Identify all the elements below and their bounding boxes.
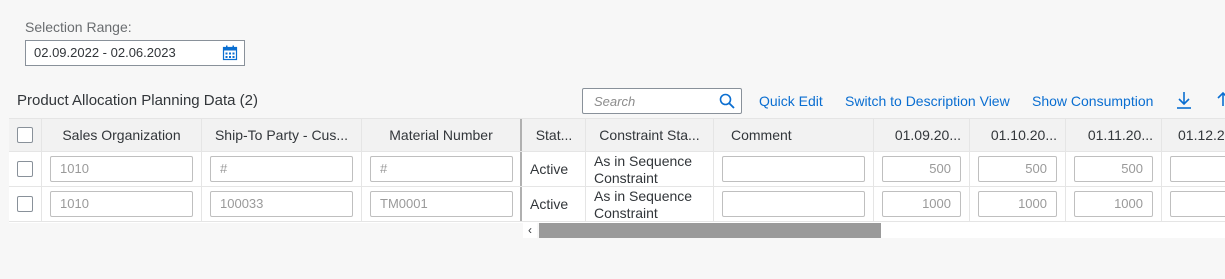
cell-status: Active xyxy=(523,187,586,221)
scrollbar-thumb[interactable] xyxy=(539,223,881,238)
selection-range-value: 02.09.2022 - 02.06.2023 xyxy=(34,45,176,60)
cell-period-2: 500 xyxy=(970,152,1066,186)
scrollbar-track[interactable] xyxy=(881,223,1225,238)
status-text: Active xyxy=(530,196,569,212)
upload-icon[interactable] xyxy=(1214,90,1225,110)
table-row: 1010 # # Active As in Sequence Constrain… xyxy=(9,152,1225,187)
search-input[interactable]: Search xyxy=(582,88,742,114)
select-all-cell xyxy=(9,119,42,151)
cell-ship-to-party: # xyxy=(202,152,362,186)
header-constraint-status[interactable]: Constraint Sta... xyxy=(586,119,714,151)
sales-organization-input[interactable]: 1010 xyxy=(50,156,193,182)
cell-period-3: 500 xyxy=(1066,152,1162,186)
cell-period-3: 1000 xyxy=(1066,187,1162,221)
download-icon[interactable] xyxy=(1175,90,1193,110)
calendar-icon[interactable] xyxy=(222,45,238,61)
cell-material-number: TM0001 xyxy=(362,187,522,221)
allocation-table: Sales Organization Ship-To Party - Cus..… xyxy=(9,118,1225,238)
period-3-input[interactable]: 500 xyxy=(1074,156,1153,182)
header-period-1[interactable]: 01.09.20... xyxy=(874,119,970,151)
header-sales-organization[interactable]: Sales Organization xyxy=(42,119,202,151)
constraint-status-text-line1: As in Sequence xyxy=(594,188,693,204)
period-3-input[interactable]: 1000 xyxy=(1074,191,1153,217)
row-checkbox[interactable] xyxy=(17,161,33,177)
scroll-left-icon[interactable]: ‹ xyxy=(523,223,537,238)
header-material-number[interactable]: Material Number xyxy=(362,119,522,151)
cell-period-1: 500 xyxy=(874,152,970,186)
cell-constraint-status: As in Sequence Constraint xyxy=(586,152,714,186)
cell-comment xyxy=(714,187,874,221)
selection-range-label: Selection Range: xyxy=(25,19,132,35)
comment-input[interactable] xyxy=(722,191,865,217)
cell-material-number: # xyxy=(362,152,522,186)
header-comment[interactable]: Comment xyxy=(714,119,874,151)
horizontal-scrollbar[interactable]: ‹ xyxy=(9,223,1225,238)
cell-period-4: 10 xyxy=(1162,187,1225,221)
row-select-cell xyxy=(9,152,42,186)
ship-to-party-input[interactable]: 100033 xyxy=(210,191,353,217)
row-checkbox[interactable] xyxy=(17,196,33,212)
ship-to-party-input[interactable]: # xyxy=(210,156,353,182)
show-consumption-button[interactable]: Show Consumption xyxy=(1032,93,1153,109)
table-title: Product Allocation Planning Data (2) xyxy=(17,92,258,109)
constraint-status-text-line2: Constraint xyxy=(594,170,658,186)
period-1-input[interactable]: 1000 xyxy=(882,191,961,217)
cell-sales-organization: 1010 xyxy=(42,187,202,221)
cell-period-2: 1000 xyxy=(970,187,1066,221)
header-period-2[interactable]: 01.10.20... xyxy=(970,119,1066,151)
period-4-input[interactable]: 5 xyxy=(1170,156,1225,182)
cell-comment xyxy=(714,152,874,186)
row-select-cell xyxy=(9,187,42,221)
table-row: 1010 100033 TM0001 Active As in Sequence… xyxy=(9,187,1225,222)
header-status[interactable]: Stat... xyxy=(523,119,586,151)
cell-period-1: 1000 xyxy=(874,187,970,221)
quick-edit-button[interactable]: Quick Edit xyxy=(759,93,823,109)
constraint-status-text-line1: As in Sequence xyxy=(594,153,693,169)
sales-organization-input[interactable]: 1010 xyxy=(50,191,193,217)
table-header-row: Sales Organization Ship-To Party - Cus..… xyxy=(9,118,1225,152)
cell-sales-organization: 1010 xyxy=(42,152,202,186)
cell-period-4: 5 xyxy=(1162,152,1225,186)
material-number-input[interactable]: TM0001 xyxy=(370,191,513,217)
period-2-input[interactable]: 1000 xyxy=(978,191,1057,217)
period-1-input[interactable]: 500 xyxy=(882,156,961,182)
cell-constraint-status: As in Sequence Constraint xyxy=(586,187,714,221)
header-period-4[interactable]: 01.12.2 xyxy=(1162,119,1225,151)
comment-input[interactable] xyxy=(722,156,865,182)
search-placeholder: Search xyxy=(594,94,636,109)
switch-description-view-button[interactable]: Switch to Description View xyxy=(845,93,1010,109)
selection-range-input[interactable]: 02.09.2022 - 02.06.2023 xyxy=(25,40,245,66)
header-ship-to-party[interactable]: Ship-To Party - Cus... xyxy=(202,119,362,151)
search-icon[interactable] xyxy=(719,93,735,109)
status-text: Active xyxy=(530,161,569,177)
constraint-status-text-line2: Constraint xyxy=(594,205,658,221)
header-period-3[interactable]: 01.11.20... xyxy=(1066,119,1162,151)
material-number-input[interactable]: # xyxy=(370,156,513,182)
period-4-input[interactable]: 10 xyxy=(1170,191,1225,217)
period-2-input[interactable]: 500 xyxy=(978,156,1057,182)
cell-ship-to-party: 100033 xyxy=(202,187,362,221)
select-all-checkbox[interactable] xyxy=(17,127,33,143)
cell-status: Active xyxy=(523,152,586,186)
